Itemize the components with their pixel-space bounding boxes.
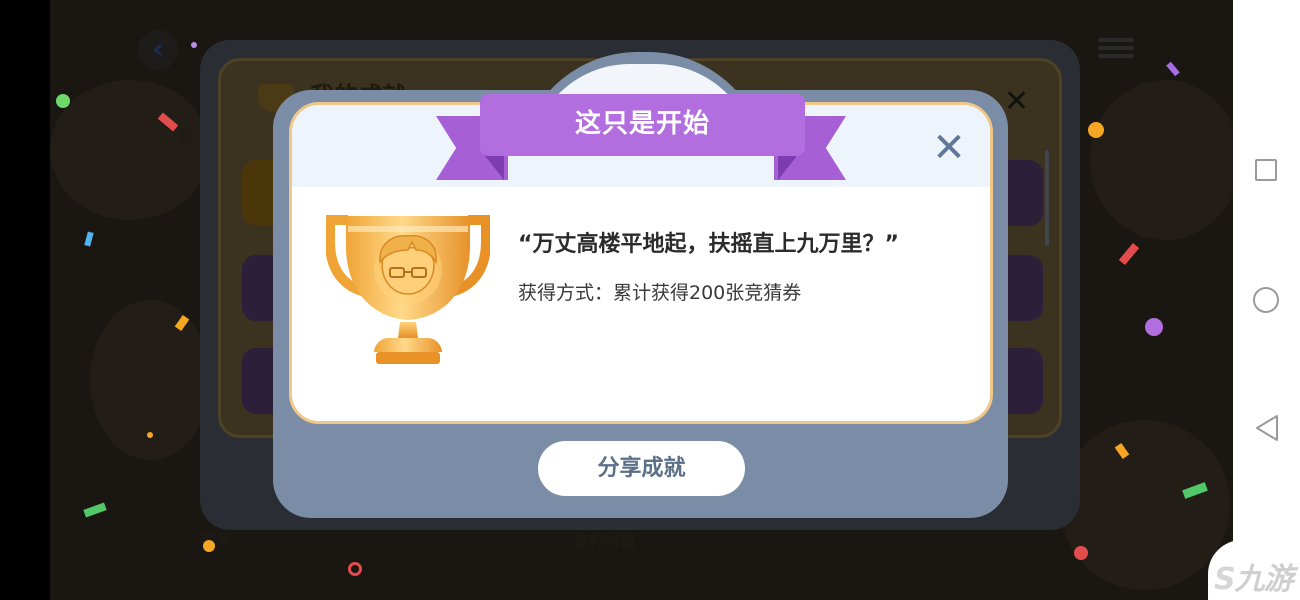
square-icon[interactable]: [1255, 159, 1277, 181]
back-button[interactable]: ‹: [138, 30, 178, 70]
confetti-dot: [1074, 546, 1088, 560]
menu-icon[interactable]: [1098, 34, 1134, 62]
scrollbar: [1045, 150, 1049, 246]
confetti-dot: [1145, 318, 1163, 336]
background-label: 发利村班: [572, 532, 637, 551]
confetti-dot: [203, 540, 215, 552]
confetti-swirl: [348, 562, 362, 576]
confetti-dot: [191, 42, 197, 48]
achievement-quote: “万丈高楼平地起，扶摇直上九万里？”: [518, 232, 899, 257]
left-black-bar: [0, 0, 50, 600]
close-icon[interactable]: ✕: [928, 128, 970, 170]
background-tree: [50, 80, 210, 220]
achievement-method: 获得方式：累计获得200张竞猜券: [518, 282, 802, 304]
confetti-dot: [1088, 122, 1104, 138]
background-letter: 当: [178, 128, 195, 147]
circle-icon[interactable]: [1253, 287, 1279, 313]
background-tree: [1060, 420, 1230, 590]
background-tree: [1090, 80, 1233, 240]
share-achievement-button[interactable]: 分享成就: [538, 441, 745, 496]
gold-trophy-icon: [325, 212, 491, 374]
confetti-dot: [56, 94, 70, 108]
confetti-dot: [147, 432, 153, 438]
watermark-logo: S九游: [1214, 562, 1294, 597]
watermark-text: 九游: [1234, 562, 1294, 597]
background-close-icon: ✕: [1004, 84, 1030, 119]
triangle-back-icon[interactable]: [1253, 413, 1281, 447]
achievement-title-ribbon: 这只是开始: [480, 94, 805, 156]
